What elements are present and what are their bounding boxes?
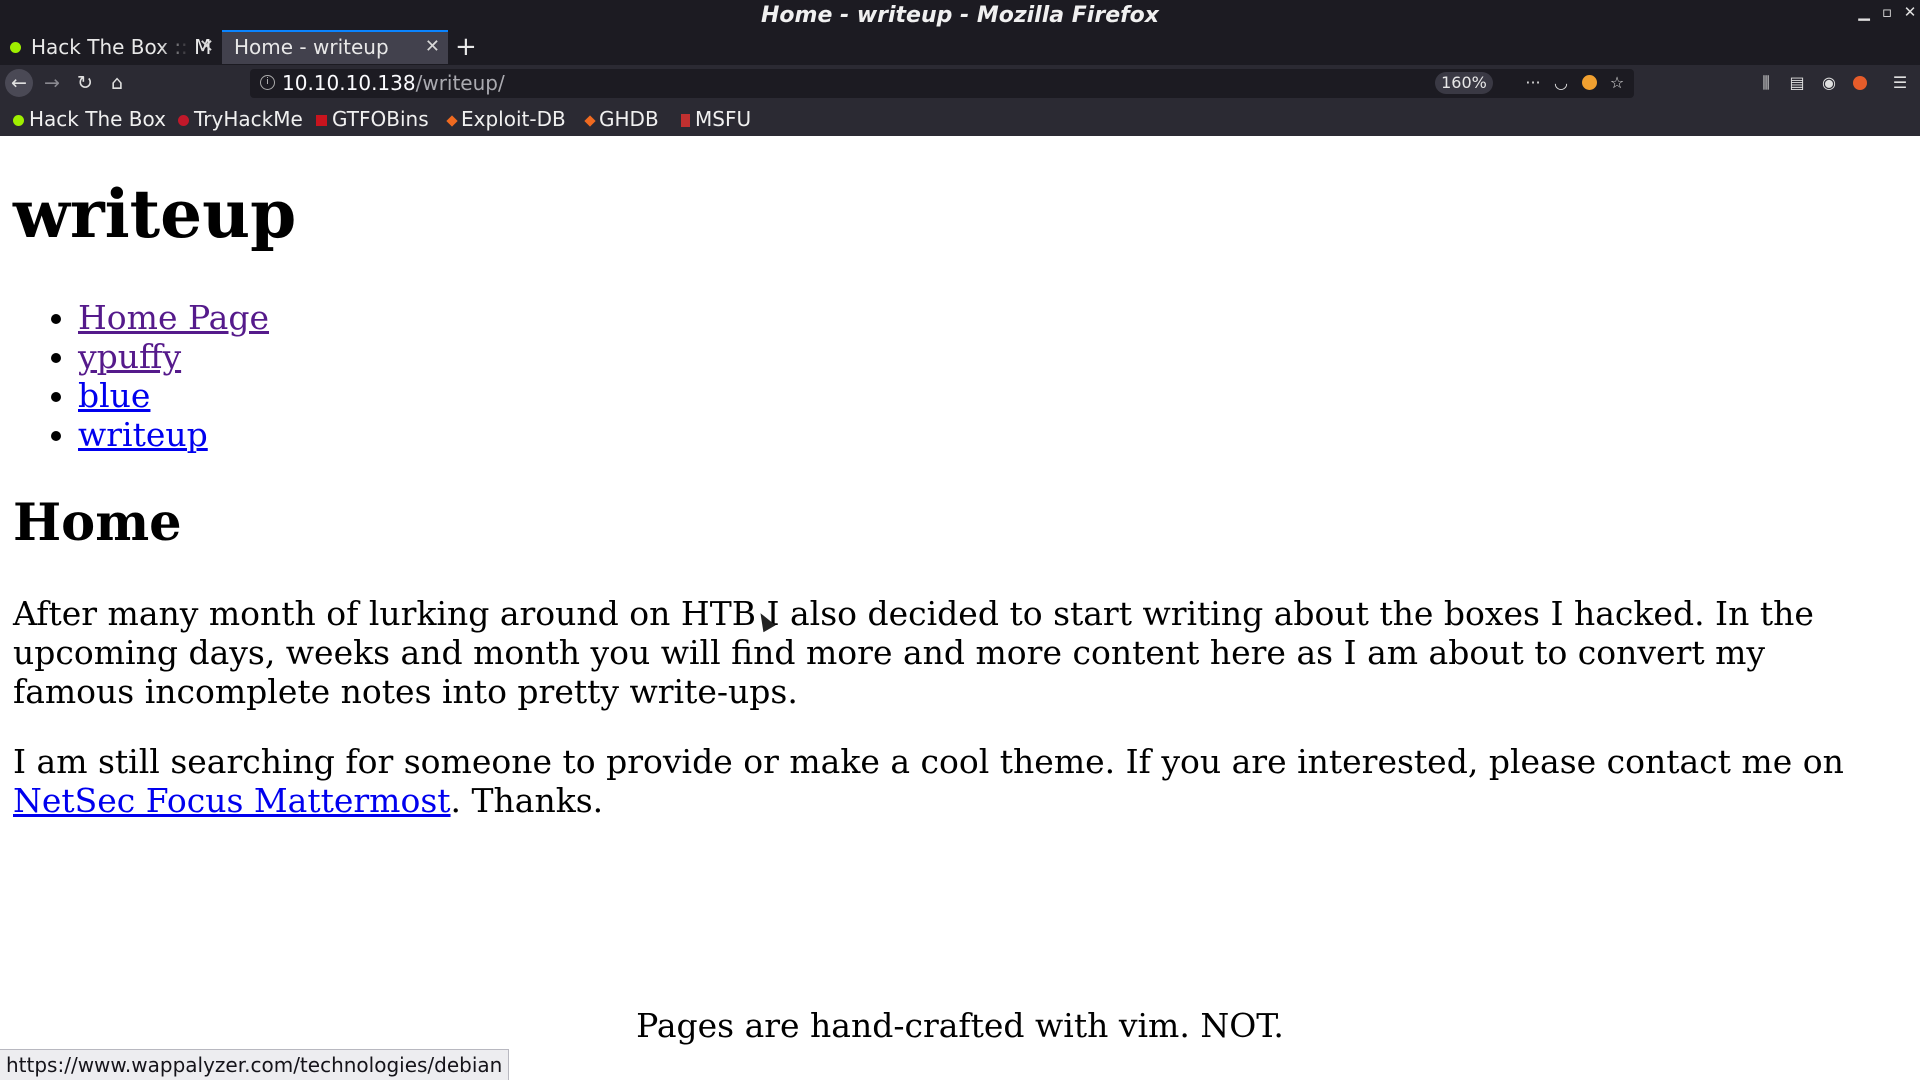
extension-icon[interactable] bbox=[1578, 72, 1600, 94]
home-icon[interactable]: ⌂ bbox=[103, 69, 131, 97]
exploit-db-icon bbox=[446, 114, 458, 127]
foxyproxy-icon[interactable] bbox=[1849, 72, 1871, 94]
msfu-icon bbox=[681, 114, 690, 127]
site-info-icon[interactable]: i bbox=[260, 75, 275, 90]
url-path: /writeup/ bbox=[415, 71, 505, 95]
tab-home-writeup[interactable]: Home - writeup ✕ bbox=[222, 30, 448, 64]
nav-link-blue[interactable]: blue bbox=[78, 376, 150, 415]
close-tab-icon[interactable]: ✕ bbox=[425, 32, 440, 62]
sidebar-icon[interactable]: ▤ bbox=[1786, 72, 1808, 94]
forward-arrow-icon[interactable]: → bbox=[38, 69, 66, 97]
tab-hack-the-box[interactable]: Hack The Box :: M ✕ bbox=[0, 30, 222, 64]
nav-item: writeup bbox=[78, 415, 269, 454]
pocket-icon[interactable]: ◡ bbox=[1550, 72, 1572, 94]
nav-link-home-page[interactable]: Home Page bbox=[78, 298, 269, 337]
contact-paragraph: I am still searching for someone to prov… bbox=[13, 742, 1844, 820]
mattermost-link[interactable]: NetSec Focus Mattermost bbox=[13, 781, 451, 820]
bookmark-msfu[interactable]: MSFU bbox=[681, 106, 751, 132]
footer-text: Pages are hand-crafted with vim. NOT. bbox=[636, 1006, 1284, 1045]
section-heading: Home bbox=[13, 493, 182, 553]
address-bar[interactable]: i 10.10.10.138/writeup/ 160% ··· ◡ ☆ bbox=[250, 69, 1634, 98]
navigation-toolbar: ← → ↻ ⌂ i 10.10.10.138/writeup/ 160% ···… bbox=[0, 65, 1920, 102]
site-nav: Home Page ypuffy blue writeup bbox=[78, 298, 269, 454]
close-window-icon[interactable]: ✕ bbox=[1902, 2, 1918, 22]
link-status-bar: https://www.wappalyzer.com/technologies/… bbox=[0, 1049, 510, 1080]
bookmark-ghdb[interactable]: GHDB bbox=[584, 106, 659, 132]
page-content: writeup Home Page ypuffy blue writeup Ho… bbox=[0, 136, 1920, 1080]
url-host: 10.10.10.138 bbox=[282, 71, 416, 95]
bookmark-star-icon[interactable]: ☆ bbox=[1606, 72, 1628, 94]
nav-link-ypuffy[interactable]: ypuffy bbox=[78, 337, 181, 376]
maximize-icon[interactable]: ▫ bbox=[1879, 2, 1895, 22]
nav-item: blue bbox=[78, 376, 269, 415]
nav-item: ypuffy bbox=[78, 337, 269, 376]
page-actions-icon[interactable]: ··· bbox=[1522, 72, 1544, 94]
bookmarks-toolbar: Hack The Box TryHackMe GTFOBins Exploit-… bbox=[0, 102, 1920, 136]
nav-item: Home Page bbox=[78, 298, 269, 337]
htb-cube-icon bbox=[10, 42, 21, 53]
nav-link-writeup[interactable]: writeup bbox=[78, 415, 208, 454]
bookmark-exploit-db[interactable]: Exploit-DB bbox=[446, 106, 566, 132]
tab-label: Home - writeup bbox=[234, 35, 389, 59]
url-text[interactable]: 10.10.10.138/writeup/ bbox=[282, 71, 505, 95]
window-titlebar: Home - writeup - Mozilla Firefox ▁ ▫ ✕ bbox=[0, 0, 1920, 30]
library-icon[interactable]: ⫼ bbox=[1755, 72, 1777, 94]
bookmark-tryhackme[interactable]: TryHackMe bbox=[178, 106, 303, 132]
account-icon[interactable]: ◉ bbox=[1818, 72, 1840, 94]
minimize-icon[interactable]: ▁ bbox=[1856, 2, 1872, 22]
tryhackme-icon bbox=[178, 115, 189, 126]
bookmark-hack-the-box[interactable]: Hack The Box bbox=[13, 106, 166, 132]
bookmark-gtfobins[interactable]: GTFOBins bbox=[316, 106, 429, 132]
site-title: writeup bbox=[13, 175, 297, 253]
gtfobins-icon bbox=[316, 115, 327, 126]
window-title: Home - writeup - Mozilla Firefox bbox=[761, 3, 1159, 28]
new-tab-icon[interactable]: + bbox=[455, 30, 477, 64]
close-tab-icon[interactable]: ✕ bbox=[199, 30, 214, 64]
reload-icon[interactable]: ↻ bbox=[71, 69, 99, 97]
htb-icon bbox=[13, 115, 24, 126]
hamburger-menu-icon[interactable]: ☰ bbox=[1889, 72, 1911, 94]
tab-bar: Hack The Box :: M ✕ Home - writeup ✕ + bbox=[0, 30, 1920, 65]
intro-paragraph: After many month of lurking around on HT… bbox=[13, 594, 1814, 711]
back-arrow-icon[interactable]: ← bbox=[5, 69, 33, 97]
ghdb-icon bbox=[584, 114, 596, 127]
zoom-level-badge[interactable]: 160% bbox=[1435, 72, 1493, 94]
